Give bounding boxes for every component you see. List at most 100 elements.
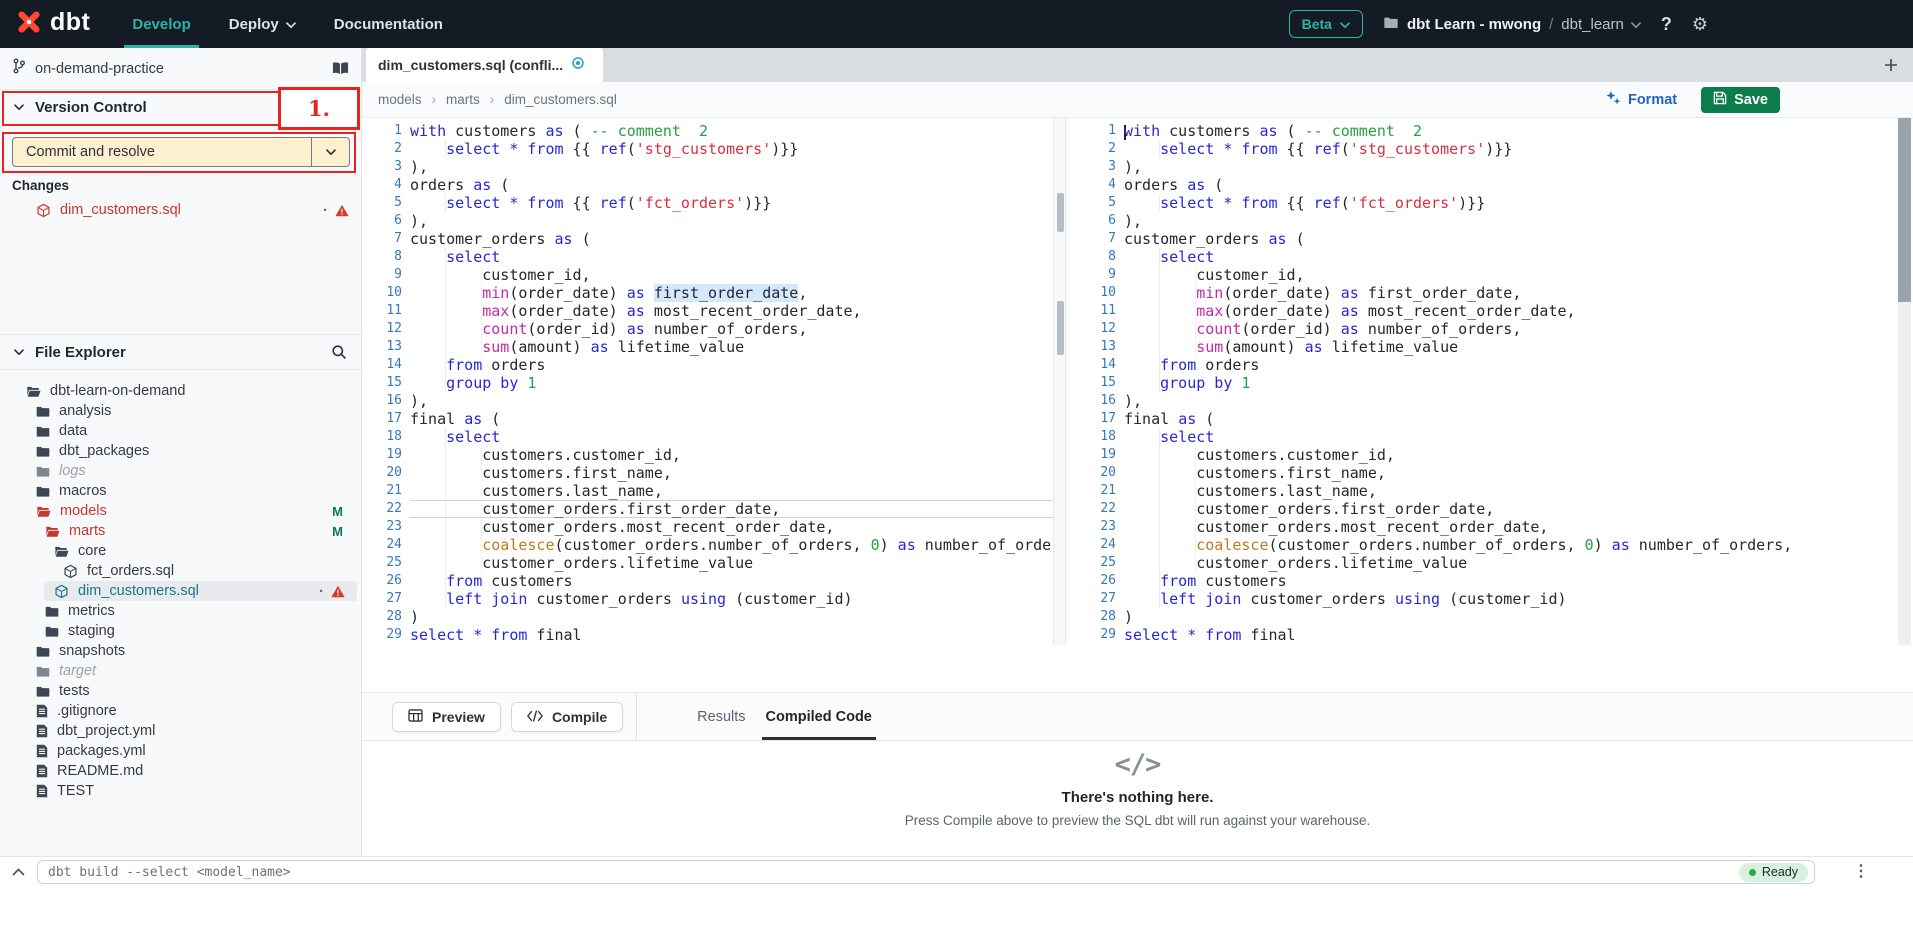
breadcrumb-item[interactable]: marts	[446, 92, 480, 107]
tree-item-staging[interactable]: staging	[0, 621, 357, 641]
tree-item-dbt-project-yml[interactable]: dbt_project.yml	[0, 721, 357, 741]
new-tab-icon[interactable]	[1883, 57, 1899, 73]
nav-item-documentation[interactable]: Documentation	[332, 0, 445, 48]
code-line-18[interactable]: select	[1124, 428, 1897, 446]
changed-file-row[interactable]: dim_customers.sql·	[0, 198, 361, 222]
code-line-28[interactable]: )	[1124, 608, 1897, 626]
code-line-21[interactable]: customers.last_name,	[1124, 482, 1897, 500]
chevron-up-icon[interactable]	[12, 868, 25, 876]
code-line-11[interactable]: max(order_date) as most_recent_order_dat…	[1124, 302, 1897, 320]
code-line-7[interactable]: customer_orders as (	[410, 230, 1053, 248]
code-line-20[interactable]: customers.first_name,	[410, 464, 1053, 482]
tree-item-core[interactable]: core	[0, 541, 357, 561]
code-line-5[interactable]: select * from {{ ref('fct_orders')}}	[1124, 194, 1897, 212]
code-line-27[interactable]: left join customer_orders using (custome…	[1124, 590, 1897, 608]
code-line-27[interactable]: left join customer_orders using (custome…	[410, 590, 1053, 608]
tree-item-data[interactable]: data	[0, 421, 357, 441]
code-line-1[interactable]: with customers as ( -- comment 2	[410, 122, 1053, 140]
code-line-3[interactable]: ),	[410, 158, 1053, 176]
code-line-25[interactable]: customer_orders.lifetime_value	[410, 554, 1053, 572]
code-line-23[interactable]: customer_orders.most_recent_order_date,	[1124, 518, 1897, 536]
code-pane-left[interactable]: 1234567891011121314151617181920212223242…	[362, 118, 1053, 645]
code-line-19[interactable]: customers.customer_id,	[1124, 446, 1897, 464]
code-line-15[interactable]: group by 1	[410, 374, 1053, 392]
tab-compiled-code[interactable]: Compiled Code	[756, 693, 882, 740]
code-line-20[interactable]: customers.first_name,	[1124, 464, 1897, 482]
project-breadcrumb[interactable]: dbt Learn - mwong / dbt_learn	[1383, 16, 1641, 33]
code-line-8[interactable]: select	[1124, 248, 1897, 266]
code-left[interactable]: with customers as ( -- comment 2 select …	[410, 122, 1053, 644]
environment-name[interactable]: dbt_learn	[1561, 16, 1641, 33]
tree-item-test[interactable]: TEST	[0, 781, 357, 801]
tree-item-target[interactable]: target	[0, 661, 357, 681]
code-line-29[interactable]: select * from final	[1124, 626, 1897, 644]
code-line-6[interactable]: ),	[410, 212, 1053, 230]
tree-item-snapshots[interactable]: snapshots	[0, 641, 357, 661]
format-button[interactable]: Format	[1605, 90, 1677, 110]
code-line-23[interactable]: customer_orders.most_recent_order_date,	[410, 518, 1053, 536]
code-line-3[interactable]: ),	[1124, 158, 1897, 176]
editor-tab-dim-customers[interactable]: dim_customers.sql (confli...	[366, 48, 603, 82]
tree-item-packages-yml[interactable]: packages.yml	[0, 741, 357, 761]
tree-item-metrics[interactable]: metrics	[0, 601, 357, 621]
tab-results[interactable]: Results	[687, 693, 755, 740]
nav-item-develop[interactable]: Develop	[130, 0, 192, 48]
code-line-26[interactable]: from customers	[1124, 572, 1897, 590]
tree-item-dim-customers-sql[interactable]: dim_customers.sql·	[44, 581, 357, 601]
breadcrumb-item[interactable]: models	[378, 92, 422, 107]
code-line-10[interactable]: min(order_date) as first_order_date,	[1124, 284, 1897, 302]
kebab-menu-icon[interactable]: ⋮	[1853, 864, 1869, 880]
code-line-4[interactable]: orders as (	[410, 176, 1053, 194]
beta-dropdown[interactable]: Beta	[1289, 10, 1363, 38]
right-scrollbar[interactable]	[1898, 118, 1911, 645]
scroll-mark[interactable]	[1057, 301, 1064, 355]
git-branch-row[interactable]: on-demand-practice	[0, 48, 361, 90]
code-line-26[interactable]: from customers	[410, 572, 1053, 590]
docs-book-icon[interactable]	[332, 61, 349, 76]
code-line-9[interactable]: customer_id,	[1124, 266, 1897, 284]
command-input[interactable]: dbt build --select <model_name> Ready	[37, 860, 1815, 884]
tree-item-models[interactable]: modelsM	[0, 501, 357, 521]
scroll-mark[interactable]	[1057, 193, 1064, 232]
code-line-2[interactable]: select * from {{ ref('stg_customers')}}	[410, 140, 1053, 158]
pane-divider-scrollbar[interactable]	[1053, 118, 1066, 645]
save-button[interactable]: Save	[1701, 87, 1780, 113]
code-line-29[interactable]: select * from final	[410, 626, 1053, 644]
code-line-6[interactable]: ),	[1124, 212, 1897, 230]
code-line-18[interactable]: select	[410, 428, 1053, 446]
tree-item-readme-md[interactable]: README.md	[0, 761, 357, 781]
code-line-2[interactable]: select * from {{ ref('stg_customers')}}	[1124, 140, 1897, 158]
search-icon[interactable]	[331, 344, 347, 360]
compile-button[interactable]: Compile	[511, 702, 623, 732]
code-line-21[interactable]: customers.last_name,	[410, 482, 1053, 500]
tree-item-macros[interactable]: macros	[0, 481, 357, 501]
code-line-15[interactable]: group by 1	[1124, 374, 1897, 392]
code-line-12[interactable]: count(order_id) as number_of_orders,	[1124, 320, 1897, 338]
dbt-logo[interactable]: dbt	[14, 7, 90, 42]
commit-and-resolve-button[interactable]: Commit and resolve	[12, 137, 350, 167]
code-line-25[interactable]: customer_orders.lifetime_value	[1124, 554, 1897, 572]
tree-item-marts[interactable]: martsM	[0, 521, 357, 541]
gear-icon[interactable]: ⚙	[1692, 15, 1708, 33]
code-line-28[interactable]: )	[410, 608, 1053, 626]
code-line-22[interactable]: customer_orders.first_order_date,	[410, 500, 1053, 518]
tree-item-dbt-learn-on-demand[interactable]: dbt-learn-on-demand	[0, 381, 357, 401]
code-line-9[interactable]: customer_id,	[410, 266, 1053, 284]
code-line-10[interactable]: min(order_date) as first_order_date,	[410, 284, 1053, 302]
code-line-17[interactable]: final as (	[1124, 410, 1897, 428]
code-line-19[interactable]: customers.customer_id,	[410, 446, 1053, 464]
commit-options-chevron[interactable]	[311, 138, 349, 166]
breadcrumb-item[interactable]: dim_customers.sql	[504, 92, 617, 107]
tree-item--gitignore[interactable]: .gitignore	[0, 701, 357, 721]
nav-item-deploy[interactable]: Deploy	[227, 0, 298, 48]
help-icon[interactable]: ?	[1661, 14, 1672, 35]
tree-item-tests[interactable]: tests	[0, 681, 357, 701]
tree-item-fct-orders-sql[interactable]: fct_orders.sql	[0, 561, 357, 581]
code-line-7[interactable]: customer_orders as (	[1124, 230, 1897, 248]
code-line-12[interactable]: count(order_id) as number_of_orders,	[410, 320, 1053, 338]
code-line-5[interactable]: select * from {{ ref('fct_orders')}}	[410, 194, 1053, 212]
code-line-14[interactable]: from orders	[410, 356, 1053, 374]
code-pane-right[interactable]: 1234567891011121314151617181920212223242…	[1066, 118, 1897, 645]
code-line-17[interactable]: final as (	[410, 410, 1053, 428]
tree-item-analysis[interactable]: analysis	[0, 401, 357, 421]
